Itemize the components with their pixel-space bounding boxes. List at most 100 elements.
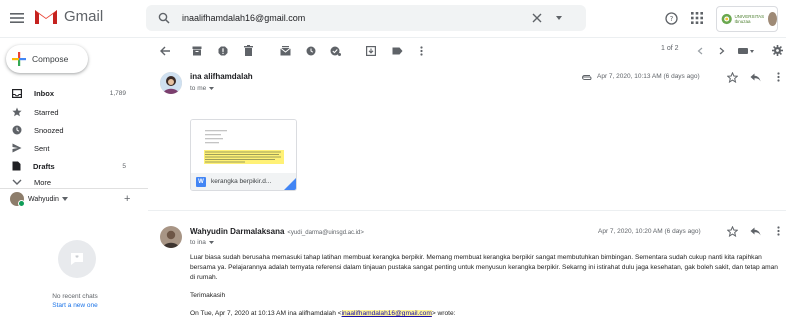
svg-text:❞: ❞ [75,255,79,263]
no-chats-text: No recent chats [52,293,98,300]
sender-email: <yudi_darma@uinsgd.ac.id> [287,230,364,236]
sidebar-item-snoozed[interactable]: Snoozed [0,122,140,138]
label-tag-icon[interactable] [392,47,403,55]
sender-avatar[interactable] [160,226,182,248]
delete-trash-icon[interactable] [244,45,253,56]
chevron-down-icon [208,241,214,244]
move-to-icon[interactable] [366,46,376,56]
chat-bubble-icon: ❞ [58,240,96,278]
sidebar-item-more[interactable]: More [0,176,140,188]
sidebar-item-sent[interactable]: Sent [0,140,140,156]
send-icon [12,143,22,153]
recipient-details[interactable]: to ina [190,239,214,246]
search-bar[interactable] [146,5,586,31]
attachment-clip-icon [582,75,592,80]
star-icon [12,107,22,117]
sender-avatar[interactable] [160,72,182,94]
more-vertical-icon[interactable] [777,226,780,236]
organization-logo-icon [721,13,732,25]
gmail-m-icon [35,8,57,24]
start-chat-link[interactable]: Start a new one [20,302,130,309]
organization-name-line2: Ibnuzaa [734,19,751,24]
settings-gear-icon[interactable] [772,45,783,56]
apps-grid-icon[interactable] [691,12,703,24]
chevron-down-icon [209,87,215,90]
draft-icon [12,161,21,171]
sidebar-item-label: Inbox [34,88,54,98]
compose-plus-icon [12,52,26,66]
sidebar-item-label: Sent [34,143,50,153]
newer-chevron-left-icon[interactable] [697,47,703,55]
top-bar: Gmail ? UNIVERSITAS Ibnuzaa [0,0,786,38]
sidebar-item-label: Drafts [33,161,55,171]
new-chat-plus-icon[interactable]: + [124,193,130,205]
clock-icon [12,125,22,135]
input-tools-keyboard-icon[interactable] [738,47,754,55]
sidebar-item-label: Starred [34,107,59,117]
attachment-card[interactable]: W kerangka berpikir.d... [190,119,297,191]
recipient-text: to ina [190,239,206,246]
attachment-filename: kerangka berpikir.d... [211,178,272,185]
compose-label: Compose [32,54,69,64]
chevron-down-icon [12,179,22,185]
pagination-text: 1 of 2 [661,45,679,52]
search-icon[interactable] [158,12,170,24]
account-name: Wahyudin [28,195,59,203]
reply-arrow-icon[interactable] [750,227,761,236]
reply-arrow-icon[interactable] [750,73,761,82]
snooze-clock-icon[interactable] [306,46,316,56]
clear-search-icon[interactable] [532,13,542,23]
mark-unread-icon[interactable] [280,46,291,56]
sidebar-item-label: More [34,177,52,187]
account-avatar[interactable] [768,12,777,26]
gmail-wordmark: Gmail [64,7,104,25]
archive-icon[interactable] [192,46,202,56]
message-paragraph: Luar biasa sudah berusaha memasuki tahap… [190,254,778,281]
file-corner-fold-icon [284,178,296,190]
message-signoff: Terimakasih [190,292,226,299]
star-toggle-icon[interactable] [727,226,738,237]
quoted-header: On Tue, Apr 7, 2020 at 10:13 AM ina alif… [190,309,780,319]
sidebar-divider [0,188,148,189]
quoted-email-link[interactable]: inaalifhamdalah16@gmail.com [341,310,432,317]
word-document-icon: W [196,176,206,187]
organization-badge[interactable]: UNIVERSITAS Ibnuzaa [716,6,778,32]
quote-prefix: On Tue, Apr 7, 2020 at 10:13 AM ina alif… [190,310,342,317]
quote-suffix: > wrote: [431,310,456,317]
report-spam-icon[interactable] [218,46,228,56]
back-arrow-icon[interactable] [160,46,171,56]
more-vertical-icon[interactable] [420,46,423,56]
chevron-down-icon [61,197,68,201]
svg-text:?: ? [670,15,674,23]
sidebar-item-count: 1,789 [109,89,126,97]
compose-button[interactable]: Compose [6,45,88,73]
help-icon[interactable]: ? [665,12,678,25]
main-menu-icon[interactable] [10,12,24,24]
account-avatar [10,192,25,207]
hangouts-account[interactable]: Wahyudin [10,192,68,207]
sidebar-item-starred[interactable]: Starred [0,104,140,120]
recipient-text: to me [190,85,207,92]
message-sender[interactable]: ina alifhamdalah [190,72,253,81]
message-date[interactable]: Apr 7, 2020, 10:20 AM (6 days ago) [598,228,701,235]
message-divider [148,210,786,211]
more-vertical-icon[interactable] [777,72,780,82]
older-chevron-right-icon[interactable] [719,47,725,55]
sidebar-item-inbox[interactable]: Inbox 1,789 [0,85,140,101]
message-body: Luar biasa sudah berusaha memasuki tahap… [190,253,780,327]
message-date[interactable]: Apr 7, 2020, 10:13 AM (6 days ago) [597,73,700,80]
attachment-preview-thumbnail [191,120,296,175]
search-options-icon[interactable] [556,16,562,20]
add-to-tasks-icon[interactable] [330,46,341,56]
recipient-details[interactable]: to me [190,85,215,92]
gmail-logo[interactable]: Gmail [34,7,103,25]
search-input[interactable] [182,5,522,31]
attachment-footer: W kerangka berpikir.d... [191,173,296,190]
sidebar-item-label: Snoozed [34,125,64,135]
inbox-icon [12,88,22,98]
message-sender-line[interactable]: Wahyudin Darmalaksana <yudi_darma@uinsgd… [190,227,364,236]
sidebar-item-drafts[interactable]: Drafts 5 [0,158,140,174]
sidebar-item-count: 5 [122,162,126,170]
star-toggle-icon[interactable] [727,72,738,83]
message-sender: Wahyudin Darmalaksana [190,227,285,236]
